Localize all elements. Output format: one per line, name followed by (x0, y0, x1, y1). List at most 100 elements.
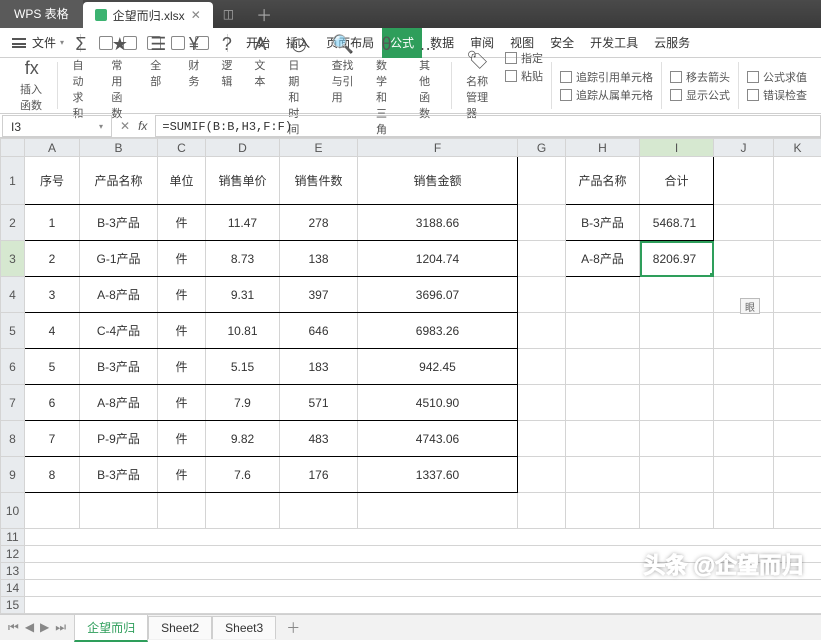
cell[interactable] (518, 313, 566, 349)
cell[interactable]: 942.45 (358, 349, 518, 385)
cell[interactable] (774, 157, 821, 205)
sheet-nav-arrows[interactable]: ⏮ ◀ ▶ ⏭ (8, 620, 66, 635)
cell[interactable]: G-1产品 (80, 241, 158, 277)
cell[interactable] (566, 277, 640, 313)
cell[interactable] (518, 385, 566, 421)
cell[interactable] (518, 241, 566, 277)
next-icon[interactable]: ▶ (40, 620, 49, 635)
cell[interactable] (566, 457, 640, 493)
cell[interactable] (774, 349, 821, 385)
cell[interactable]: 件 (158, 313, 206, 349)
col-head-E[interactable]: E (280, 139, 358, 157)
cell[interactable]: A-8产品 (80, 385, 158, 421)
add-sheet-icon[interactable]: ＋ (276, 618, 310, 638)
fx-icon[interactable]: fx (138, 119, 147, 133)
cell[interactable]: 6 (25, 385, 80, 421)
row-head-13[interactable]: 13 (1, 563, 25, 580)
sheet-tab-active[interactable]: 企望而归 (74, 614, 148, 642)
cell[interactable]: 9.82 (206, 421, 280, 457)
cell[interactable] (280, 493, 358, 529)
formula-input[interactable]: =SUMIF(B:B,H3,F:F) (155, 115, 821, 137)
row-head-7[interactable]: 7 (1, 385, 25, 421)
col-head-C[interactable]: C (158, 139, 206, 157)
prev-icon[interactable]: ◀ (25, 620, 34, 635)
cell[interactable]: 件 (158, 241, 206, 277)
cell[interactable] (774, 277, 821, 313)
cell[interactable] (518, 493, 566, 529)
cell[interactable] (518, 421, 566, 457)
first-icon[interactable]: ⏮ (8, 620, 19, 635)
menu-开发工具[interactable]: 开发工具 (582, 28, 646, 58)
cell[interactable]: 8.73 (206, 241, 280, 277)
cell[interactable] (25, 580, 821, 597)
cell[interactable] (714, 313, 774, 349)
cell[interactable] (566, 313, 640, 349)
cell[interactable] (714, 385, 774, 421)
cell[interactable]: B-3产品 (80, 457, 158, 493)
row-head-14[interactable]: 14 (1, 580, 25, 597)
cell[interactable]: 3696.07 (358, 277, 518, 313)
row-head-12[interactable]: 12 (1, 546, 25, 563)
row-head-2[interactable]: 2 (1, 205, 25, 241)
last-icon[interactable]: ⏭ (55, 620, 66, 635)
cell[interactable]: 3 (25, 277, 80, 313)
cell[interactable]: 483 (280, 421, 358, 457)
close-icon[interactable]: ✕ (191, 8, 201, 22)
row-head-1[interactable]: 1 (1, 157, 25, 205)
cell[interactable] (518, 457, 566, 493)
menu-云服务[interactable]: 云服务 (646, 28, 698, 58)
cell[interactable] (358, 493, 518, 529)
cell[interactable]: 6983.26 (358, 313, 518, 349)
cell[interactable]: A-8产品 (566, 241, 640, 277)
cell[interactable] (640, 313, 714, 349)
cell[interactable]: 5 (25, 349, 80, 385)
select-all-corner[interactable] (1, 139, 25, 157)
cell[interactable] (714, 349, 774, 385)
define-name-button[interactable]: 指定 (505, 50, 543, 66)
cell[interactable]: 8206.97 (640, 241, 714, 277)
cell[interactable]: P-9产品 (80, 421, 158, 457)
col-head-F[interactable]: F (358, 139, 518, 157)
row-head-10[interactable]: 10 (1, 493, 25, 529)
spreadsheet-grid[interactable]: A B C D E F G H I J K 1 序号 产品名称 单位 销售单价 … (0, 138, 821, 614)
cell[interactable]: 销售金额 (358, 157, 518, 205)
cell[interactable] (774, 205, 821, 241)
cell[interactable]: 销售单价 (206, 157, 280, 205)
col-head-G[interactable]: G (518, 139, 566, 157)
error-check-button[interactable]: 错误检查 (747, 87, 807, 103)
trace-precedents-button[interactable]: 追踪引用单元格 (560, 69, 653, 85)
row-head-11[interactable]: 11 (1, 529, 25, 546)
cell[interactable]: 产品名称 (80, 157, 158, 205)
cell[interactable]: 件 (158, 385, 206, 421)
cell[interactable] (640, 421, 714, 457)
cell[interactable] (518, 205, 566, 241)
col-head-J[interactable]: J (714, 139, 774, 157)
cell[interactable]: 3188.66 (358, 205, 518, 241)
new-tab-icon[interactable]: ＋ (256, 2, 272, 26)
cell[interactable] (80, 493, 158, 529)
cell[interactable] (714, 421, 774, 457)
cell[interactable]: 10.81 (206, 313, 280, 349)
cell[interactable] (774, 457, 821, 493)
cell[interactable] (774, 421, 821, 457)
cell[interactable]: 11.47 (206, 205, 280, 241)
name-box[interactable]: I3 ▾ (2, 115, 112, 137)
col-head-H[interactable]: H (566, 139, 640, 157)
cell[interactable] (714, 205, 774, 241)
cell[interactable]: 1204.74 (358, 241, 518, 277)
col-head-D[interactable]: D (206, 139, 280, 157)
pin-icon[interactable]: ◫ (223, 7, 234, 21)
cell[interactable]: 件 (158, 277, 206, 313)
cell[interactable] (714, 493, 774, 529)
cancel-icon[interactable]: ✕ (120, 119, 130, 133)
cell[interactable]: 4743.06 (358, 421, 518, 457)
cell[interactable]: 合计 (640, 157, 714, 205)
cell[interactable]: A-8产品 (80, 277, 158, 313)
cell[interactable] (25, 529, 821, 546)
eval-formula-button[interactable]: 公式求值 (747, 69, 807, 85)
cell[interactable] (518, 157, 566, 205)
cell[interactable] (566, 349, 640, 385)
cell[interactable]: 5468.71 (640, 205, 714, 241)
cell[interactable]: 397 (280, 277, 358, 313)
cell[interactable]: 1337.60 (358, 457, 518, 493)
